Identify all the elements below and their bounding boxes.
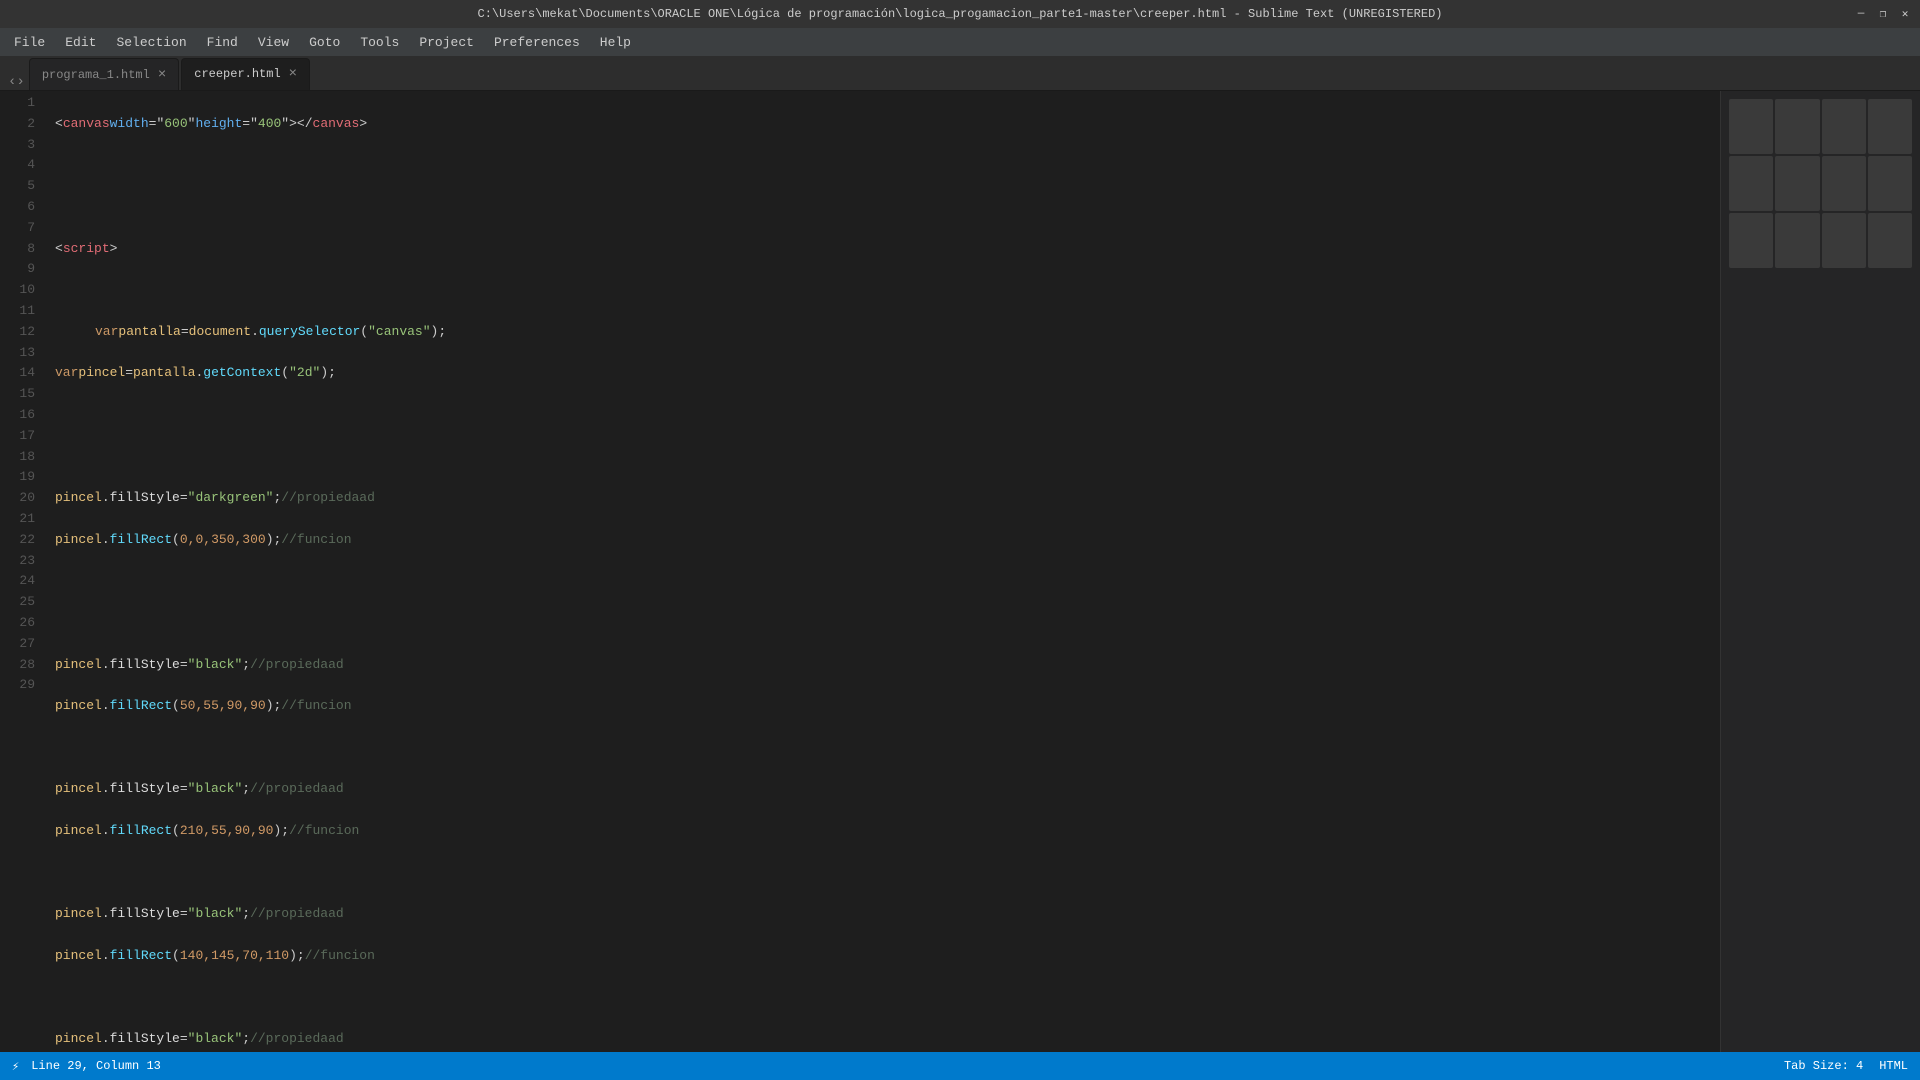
code-line-23: pincel.fillStyle = "black"; //propiedaad: [55, 1029, 1720, 1050]
menu-goto[interactable]: Goto: [299, 31, 350, 54]
tab-creeper-close[interactable]: ×: [289, 67, 297, 81]
mini-block-9: [1729, 213, 1773, 268]
close-button[interactable]: ✕: [1898, 7, 1912, 21]
mini-block-3: [1822, 99, 1866, 154]
code-line-4: <script>: [55, 239, 1720, 260]
code-line-1: <canvas width="600" height="400"></canva…: [55, 114, 1720, 135]
tab-programa-label: programa_1.html: [42, 68, 150, 82]
mini-block-1: [1729, 99, 1773, 154]
status-language[interactable]: HTML: [1879, 1059, 1908, 1073]
code-area: 12345 678910 1112131415 1617181920 21222…: [0, 91, 1720, 1052]
code-line-9: [55, 447, 1720, 468]
menu-tools[interactable]: Tools: [350, 31, 409, 54]
menu-view[interactable]: View: [248, 31, 299, 54]
status-tab-size[interactable]: Tab Size: 4: [1784, 1059, 1863, 1073]
tab-programa-close[interactable]: ×: [158, 68, 166, 82]
code-line-15: pincel.fillRect(50,55,90,90); //funcion: [55, 696, 1720, 717]
tab-programa[interactable]: programa_1.html ×: [29, 58, 179, 90]
mini-block-12: [1868, 213, 1912, 268]
code-line-2: [55, 155, 1720, 176]
code-line-11: pincel.fillRect(0,0,350,300); //funcion: [55, 530, 1720, 551]
mini-block-5: [1729, 156, 1773, 211]
title-text: C:\Users\mekat\Documents\ORACLE ONE\Lógi…: [10, 7, 1910, 21]
menu-bar: File Edit Selection Find View Goto Tools…: [0, 28, 1920, 56]
code-line-14: pincel.fillStyle = "black"; //propiedaad: [55, 655, 1720, 676]
mini-block-7: [1822, 156, 1866, 211]
main-layout: 12345 678910 1112131415 1617181920 21222…: [0, 91, 1920, 1052]
code-line-22: [55, 987, 1720, 1008]
tab-bar: ‹ › programa_1.html × creeper.html ×: [0, 56, 1920, 91]
minimize-button[interactable]: —: [1854, 7, 1868, 21]
menu-file[interactable]: File: [4, 31, 55, 54]
mini-block-2: [1775, 99, 1819, 154]
right-panel: [1720, 91, 1920, 1052]
tab-creeper-label: creeper.html: [194, 67, 280, 81]
menu-selection[interactable]: Selection: [106, 31, 196, 54]
code-line-21: pincel.fillRect(140,145,70,110); //funci…: [55, 946, 1720, 967]
mini-block-6: [1775, 156, 1819, 211]
code-line-20: pincel.fillStyle = "black"; //propiedaad: [55, 904, 1720, 925]
code-line-7: var pincel = pantalla.getContext("2d");: [55, 363, 1720, 384]
code-line-18: pincel.fillRect(210,55,90,90); //funcion: [55, 821, 1720, 842]
nav-arrows[interactable]: ‹ ›: [4, 74, 29, 90]
menu-project[interactable]: Project: [409, 31, 484, 54]
code-line-5: [55, 280, 1720, 301]
menu-help[interactable]: Help: [590, 31, 641, 54]
mini-block-10: [1775, 213, 1819, 268]
code-line-13: [55, 613, 1720, 634]
window-controls[interactable]: — ❐ ✕: [1854, 7, 1912, 21]
code-line-6: var pantalla = document.querySelector("c…: [55, 322, 1720, 343]
mini-block-8: [1868, 156, 1912, 211]
code-line-8: [55, 405, 1720, 426]
code-line-10: pincel.fillStyle = "darkgreen"; //propie…: [55, 488, 1720, 509]
mini-block-4: [1868, 99, 1912, 154]
status-icon: ⚡: [12, 1059, 19, 1074]
mini-block-11: [1822, 213, 1866, 268]
code-line-16: [55, 738, 1720, 759]
menu-edit[interactable]: Edit: [55, 31, 106, 54]
line-numbers: 12345 678910 1112131415 1617181920 21222…: [0, 91, 45, 1052]
title-bar: C:\Users\mekat\Documents\ORACLE ONE\Lógi…: [0, 0, 1920, 28]
code-line-12: [55, 571, 1720, 592]
tab-creeper[interactable]: creeper.html ×: [181, 58, 310, 90]
maximize-button[interactable]: ❐: [1876, 7, 1890, 21]
menu-preferences[interactable]: Preferences: [484, 31, 590, 54]
code-line-3: [55, 197, 1720, 218]
code-line-19: [55, 862, 1720, 883]
menu-find[interactable]: Find: [197, 31, 248, 54]
code-content[interactable]: <canvas width="600" height="400"></canva…: [45, 91, 1720, 1052]
status-right: Tab Size: 4 HTML: [1784, 1059, 1908, 1073]
code-line-17: pincel.fillStyle = "black"; //propiedaad: [55, 779, 1720, 800]
status-bar: ⚡ Line 29, Column 13 Tab Size: 4 HTML: [0, 1052, 1920, 1080]
editor[interactable]: 12345 678910 1112131415 1617181920 21222…: [0, 91, 1720, 1052]
status-position: Line 29, Column 13: [31, 1059, 161, 1073]
status-left: ⚡ Line 29, Column 13: [12, 1059, 161, 1074]
